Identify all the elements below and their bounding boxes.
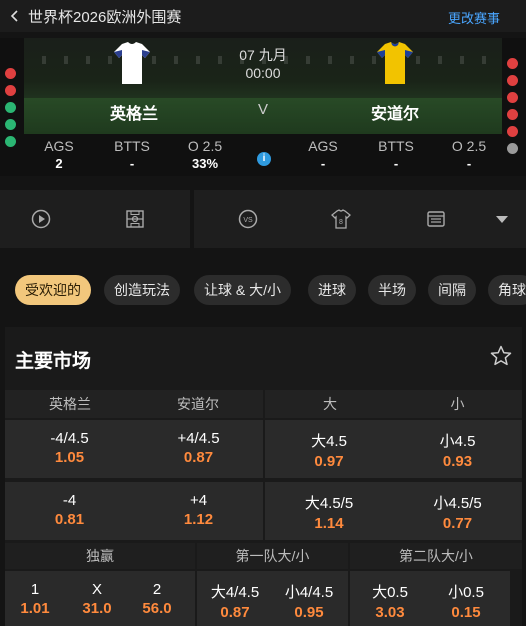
tab-corners[interactable]: 角球 (488, 275, 526, 305)
header-over: 大 (323, 396, 337, 412)
handicap-row-1: -4/4.5 1.05 +4/4.5 0.87 (5, 420, 263, 478)
odds-button[interactable]: 小0.5 0.15 (430, 571, 502, 621)
header-home: 英格兰 (49, 396, 91, 412)
jersey-icon[interactable]: 8 (331, 209, 351, 229)
handicap-row-2: -4 0.81 +4 1.12 (5, 482, 263, 540)
tab-bet-builder[interactable]: 创造玩法 (104, 275, 180, 305)
tab-popular[interactable]: 受欢迎的 (15, 275, 91, 305)
header-away: 安道尔 (177, 396, 219, 412)
odds-button[interactable]: +4/4.5 0.87 (134, 420, 263, 478)
header-under: 小 (450, 396, 465, 412)
header-team2-ou: 第二队大/小 (350, 543, 522, 569)
form-dot (5, 119, 16, 130)
form-dot (507, 126, 518, 137)
team2-ou-row: 大0.5 3.03 小0.5 0.15 (350, 571, 510, 626)
away-team-name: 安道尔 (371, 106, 420, 123)
tab-half[interactable]: 半场 (368, 275, 416, 305)
vs-icon[interactable]: VS (238, 209, 258, 229)
tab-goals[interactable]: 进球 (308, 275, 356, 305)
header-match-winner: 独赢 (5, 543, 195, 569)
pitch-icon[interactable] (125, 209, 145, 229)
odds-button[interactable]: 大4.5 0.97 (265, 420, 393, 478)
odds-button[interactable]: 大4/4.5 0.87 (199, 571, 271, 621)
form-dot (5, 85, 16, 96)
match-time: 00:00 (245, 65, 281, 81)
home-stat-ags: AGS 2 (44, 138, 74, 171)
play-icon[interactable] (31, 209, 51, 229)
winner-odds-row: 1 1.01 X 31.0 2 56.0 (5, 571, 195, 626)
away-stat-over: O 2.5 - (451, 138, 487, 171)
odds-button[interactable]: 小4.5/5 0.77 (393, 482, 522, 540)
tab-interval[interactable]: 间隔 (428, 275, 476, 305)
change-competition-link[interactable]: 更改赛事 (448, 8, 500, 27)
header-team1-ou: 第一队大/小 (197, 543, 348, 569)
scoreboard-icon[interactable] (426, 209, 446, 229)
star-icon[interactable] (490, 345, 512, 367)
odds-button[interactable]: 大0.5 3.03 (354, 571, 426, 621)
chevron-left-icon[interactable] (10, 10, 22, 22)
odds-button[interactable]: 1 1.01 (13, 571, 57, 617)
home-stat-btts: BTTS - (114, 138, 150, 171)
odds-button[interactable]: 2 56.0 (135, 571, 179, 617)
info-icon[interactable]: i (257, 152, 271, 166)
odds-button[interactable]: 大4.5/5 1.14 (265, 482, 393, 540)
svg-text:VS: VS (243, 217, 253, 224)
panel-title: 主要市场 (15, 351, 92, 372)
page-title: 世界杯2026欧洲外围赛 (28, 8, 182, 26)
main-market-panel: 主要市场 英格兰 安道尔 大 小 -4/4.5 1.05 +4/4.5 0.87… (5, 327, 522, 626)
away-stat-btts: BTTS - (378, 138, 414, 171)
top-bar: 世界杯2026欧洲外围赛 更改赛事 (0, 0, 526, 32)
odds-button[interactable]: -4/4.5 1.05 (5, 420, 134, 478)
ou-row-1: 大4.5 0.97 小4.5 0.93 (265, 420, 522, 478)
odds-button[interactable]: 小4/4.5 0.95 (273, 571, 345, 621)
market-tabs: 受欢迎的 创造玩法 让球 & 大/小 进球 半场 间隔 角球 (0, 275, 526, 305)
match-date: 07 九月 (239, 47, 287, 63)
odds-button[interactable]: -4 0.81 (5, 482, 134, 540)
match-header: 07 九月 00:00 英格兰 V 安道尔 AGS 2 BTTS - O 2.5… (0, 38, 526, 176)
away-stat-ags: AGS - (308, 138, 338, 171)
versus-label: V (257, 101, 268, 118)
team1-ou-row: 大4/4.5 0.87 小4/4.5 0.95 (197, 571, 348, 626)
dropdown-icon[interactable] (492, 209, 512, 229)
svg-text:8: 8 (339, 219, 343, 226)
odds-button[interactable]: X 31.0 (75, 571, 119, 617)
odds-button[interactable]: 小4.5 0.93 (393, 420, 522, 478)
odds-button[interactable]: +4 1.12 (134, 482, 263, 540)
view-tabs: VS 8 (0, 190, 526, 248)
stats-row: AGS 2 BTTS - O 2.5 33% i AGS - BTTS - O … (0, 138, 526, 176)
ou-row-2: 大4.5/5 1.14 小4.5/5 0.77 (265, 482, 522, 540)
home-stat-over: O 2.5 33% (187, 138, 223, 171)
tab-handicap-ou[interactable]: 让球 & 大/小 (194, 275, 292, 305)
